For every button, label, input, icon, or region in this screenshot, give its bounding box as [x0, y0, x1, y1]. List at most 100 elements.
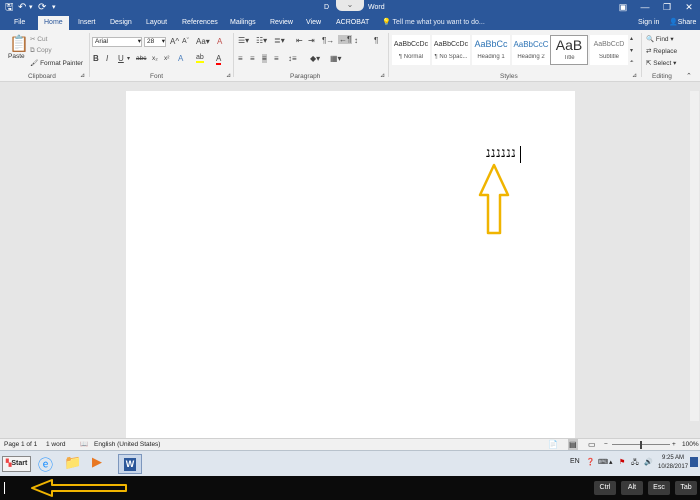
numbering-icon[interactable]: ☷▾ — [256, 36, 267, 45]
word-taskbar-icon[interactable]: W — [118, 454, 142, 474]
tab-review[interactable]: Review — [270, 16, 293, 30]
increase-indent-icon[interactable]: ⇥ — [308, 36, 315, 45]
show-desktop-button[interactable] — [690, 457, 698, 467]
paragraph-launcher-icon[interactable]: ⊿ — [380, 72, 385, 79]
underline-button[interactable]: U — [118, 54, 124, 63]
sort-icon[interactable]: ↕ — [354, 36, 358, 45]
tray-expand-icon[interactable]: ▴ — [609, 458, 613, 466]
touch-dropdown-tab[interactable]: ⌄ — [336, 0, 364, 11]
bold-button[interactable]: B — [93, 54, 99, 63]
styles-more-icon[interactable]: ⩡ — [630, 59, 633, 66]
styles-scroll-down-icon[interactable]: ▾ — [630, 47, 633, 54]
styles-scroll-up-icon[interactable]: ▴ — [630, 35, 633, 42]
shading-icon[interactable]: ◆▾ — [310, 54, 320, 63]
font-size-select[interactable]: 28 ▾ — [144, 37, 166, 47]
tab-key[interactable]: Tab — [675, 481, 697, 495]
tab-layout[interactable]: Layout — [146, 16, 167, 30]
bullets-icon[interactable]: ☰▾ — [238, 36, 249, 45]
decrease-indent-icon[interactable]: ⇤ — [296, 36, 303, 45]
undo-dropdown-icon[interactable]: ▾ — [29, 1, 33, 15]
style-title[interactable]: AaB Title — [550, 35, 588, 65]
subscript-button[interactable]: x₂ — [152, 55, 158, 62]
grow-font-button[interactable]: A^ — [170, 37, 179, 46]
language-indicator[interactable]: EN — [570, 458, 580, 465]
save-icon[interactable]: 🖫 — [5, 1, 14, 15]
redo-icon[interactable]: ⟳ — [38, 1, 46, 15]
ltr-direction-icon[interactable]: ¶→ — [322, 36, 334, 45]
esc-key[interactable]: Esc — [648, 481, 670, 495]
rtl-direction-icon[interactable]: ←¶ — [338, 35, 353, 44]
ctrl-key[interactable]: Ctrl — [594, 481, 616, 495]
start-button[interactable]: ▚Start — [2, 456, 32, 472]
clock-time[interactable]: 9:25 AM — [662, 455, 684, 461]
document-page[interactable]: ננננננ — [126, 91, 575, 439]
action-center-icon[interactable]: ⚑ — [619, 458, 625, 466]
font-launcher-icon[interactable]: ⊿ — [226, 72, 231, 79]
superscript-button[interactable]: x² — [164, 55, 169, 62]
highlight-button[interactable]: ab — [196, 54, 204, 63]
clear-formatting-button[interactable]: A — [217, 37, 222, 46]
help-icon[interactable]: ❓ — [586, 458, 595, 466]
style-heading-1[interactable]: AaBbCc Heading 1 — [472, 35, 510, 65]
style-no-spacing[interactable]: AaBbCcDc ¶ No Spac... — [432, 35, 470, 65]
customize-quick-access-icon[interactable]: ▾ — [52, 1, 56, 15]
font-color-button[interactable]: A — [216, 54, 222, 65]
line-spacing-icon[interactable]: ↕≡ — [288, 54, 297, 63]
file-explorer-icon[interactable]: 📁 — [64, 454, 84, 474]
ribbon-display-options-icon[interactable]: ▣ — [612, 0, 634, 14]
tab-view[interactable]: View — [306, 16, 321, 30]
tab-design[interactable]: Design — [110, 16, 132, 30]
tab-file[interactable]: File — [14, 16, 25, 30]
style-normal[interactable]: AaBbCcDc ¶ Normal — [392, 35, 430, 65]
italic-button[interactable]: I — [106, 54, 108, 63]
borders-icon[interactable]: ▦▾ — [330, 54, 342, 63]
clock-date[interactable]: 10/28/2017 — [658, 464, 688, 470]
change-case-button[interactable]: Aa▾ — [196, 37, 210, 46]
media-player-icon[interactable]: ▶ — [92, 454, 112, 474]
styles-launcher-icon[interactable]: ⊿ — [632, 72, 637, 79]
find-button[interactable]: 🔍 Find ▾ — [646, 35, 674, 43]
zoom-slider-thumb[interactable] — [640, 441, 642, 449]
paste-icon[interactable]: 📋 — [9, 34, 29, 54]
tab-mailings[interactable]: Mailings — [230, 16, 256, 30]
tell-me-search[interactable]: 💡 Tell me what you want to do... — [382, 16, 485, 30]
tab-references[interactable]: References — [182, 16, 218, 30]
tab-acrobat[interactable]: ACROBAT — [336, 16, 369, 30]
replace-button[interactable]: ⇄ Replace — [646, 47, 677, 55]
cut-button[interactable]: ✂ Cut — [30, 35, 47, 43]
sign-in-link[interactable]: Sign in — [638, 16, 659, 30]
align-right-icon[interactable]: ≡ — [262, 54, 267, 63]
font-name-select[interactable]: Arial ▾ — [92, 37, 142, 47]
clipboard-launcher-icon[interactable]: ⊿ — [80, 72, 85, 79]
network-icon[interactable]: 🖧 — [631, 458, 639, 469]
align-center-icon[interactable]: ≡ — [250, 54, 255, 63]
tab-home[interactable]: Home — [38, 16, 69, 30]
collapse-ribbon-icon[interactable]: ⌃ — [686, 72, 692, 80]
justify-icon[interactable]: ≡ — [274, 54, 279, 63]
paste-button[interactable]: Paste — [8, 53, 25, 60]
style-heading-2[interactable]: AaBbCcC Heading 2 — [512, 35, 550, 65]
internet-explorer-icon[interactable]: ⓔ — [38, 454, 58, 474]
share-button[interactable]: 👤Share — [669, 16, 696, 30]
style-subtitle[interactable]: AaBbCcD Subtitle — [590, 35, 628, 65]
format-painter-button[interactable]: 🖌 Format Painter — [30, 59, 83, 67]
copy-button[interactable]: ⧉ Copy — [30, 47, 52, 55]
underline-dropdown-icon[interactable]: ▾ — [127, 55, 130, 62]
maximize-button[interactable]: ❐ — [656, 0, 678, 14]
show-formatting-button[interactable]: ¶ — [374, 36, 378, 45]
alt-key[interactable]: Alt — [621, 481, 643, 495]
undo-icon[interactable]: ↶ — [18, 1, 26, 15]
select-button[interactable]: ⇱ Select ▾ — [646, 59, 676, 67]
close-button[interactable]: ✕ — [678, 0, 700, 14]
document-text[interactable]: ננננננ — [486, 146, 516, 162]
align-left-icon[interactable]: ≡ — [238, 54, 243, 63]
minimize-button[interactable]: — — [634, 0, 656, 14]
shrink-font-button[interactable]: Aˇ — [182, 38, 189, 45]
vertical-scrollbar[interactable] — [690, 91, 699, 421]
volume-icon[interactable]: 🔊 — [644, 458, 653, 466]
keyboard-tray-icon[interactable]: ⌨ — [598, 458, 608, 466]
strikethrough-button[interactable]: abc — [136, 55, 146, 62]
multilevel-list-icon[interactable]: ≣▾ — [274, 36, 285, 45]
text-effects-button[interactable]: A — [178, 54, 183, 63]
tab-insert[interactable]: Insert — [78, 16, 96, 30]
